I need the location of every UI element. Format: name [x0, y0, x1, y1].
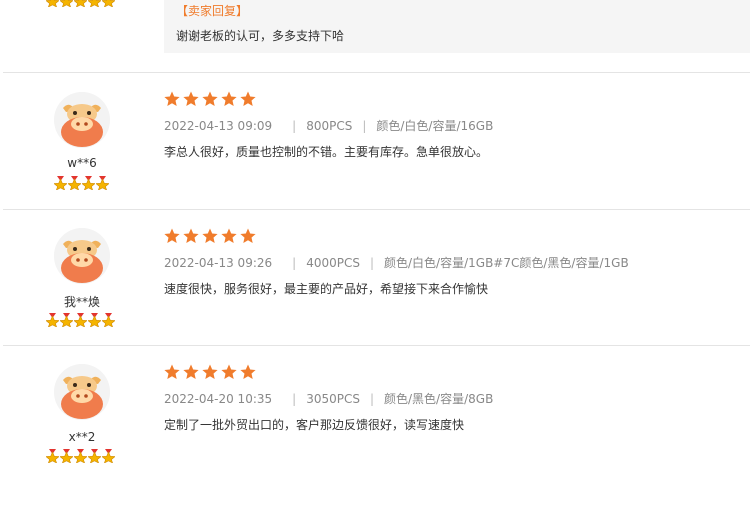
- star-rating: [164, 91, 256, 107]
- medal-icon: [102, 313, 115, 327]
- star-icon: [183, 228, 199, 244]
- review-date: 2022-04-20 10:35: [164, 392, 273, 406]
- medal-icon: [54, 176, 67, 190]
- reviewer-username: 我**焕: [63, 295, 100, 309]
- cow-avatar-icon: [54, 92, 110, 148]
- review-meta: 2022-04-20 10:35 | 3050PCS | 颜色/黑色/容量/8GB: [164, 390, 493, 407]
- star-icon: [240, 228, 256, 244]
- seller-reply-text: 谢谢老板的认可，多多支持下哈: [176, 29, 345, 43]
- separator: |: [292, 119, 297, 133]
- star-icon: [202, 364, 218, 380]
- review-meta: 2022-04-13 09:09 | 800PCS | 颜色/白色/容量/16GB: [164, 117, 493, 134]
- order-quantity: 800PCS: [306, 119, 353, 133]
- star-icon: [221, 91, 237, 107]
- review-divider: [3, 72, 750, 73]
- separator: |: [369, 392, 375, 406]
- medal-icon: [60, 449, 73, 463]
- review-divider: [3, 345, 750, 346]
- order-quantity: 4000PCS: [306, 256, 360, 270]
- star-icon: [202, 228, 218, 244]
- buyer-level-medals: [46, 449, 115, 463]
- medal-icon: [88, 449, 101, 463]
- buyer-level-medals: [46, 313, 115, 327]
- cow-avatar-icon: [54, 364, 110, 420]
- buyer-level-medals: [46, 0, 115, 7]
- star-icon: [240, 91, 256, 107]
- medal-icon: [46, 0, 59, 7]
- medal-icon: [74, 313, 87, 327]
- medal-icon: [68, 176, 81, 190]
- medal-icon: [46, 313, 59, 327]
- medal-icon: [46, 449, 59, 463]
- medal-icon: [102, 0, 115, 7]
- star-icon: [240, 364, 256, 380]
- medal-icon: [74, 449, 87, 463]
- reviewer-username: x**2: [68, 430, 96, 444]
- review-text: 李总人很好，质量也控制的不错。主要有库存。急单很放心。: [164, 145, 489, 159]
- star-icon: [183, 91, 199, 107]
- star-icon: [221, 364, 237, 380]
- medal-icon: [88, 313, 101, 327]
- review-text: 定制了一批外贸出口的，客户那边反馈很好，读写速度快: [164, 418, 465, 432]
- reviewer-username: w**6: [67, 156, 97, 170]
- order-quantity: 3050PCS: [306, 392, 360, 406]
- star-icon: [164, 228, 180, 244]
- medal-icon: [96, 176, 109, 190]
- review-date: 2022-04-13 09:26: [164, 256, 273, 270]
- medal-icon: [88, 0, 101, 7]
- star-icon: [164, 364, 180, 380]
- product-spec: 颜色/白色/容量/1GB#7C颜色/黑色/容量/1GB: [384, 256, 629, 270]
- medal-icon: [82, 176, 95, 190]
- review-date: 2022-04-13 09:09: [164, 119, 273, 133]
- star-icon: [221, 228, 237, 244]
- medal-icon: [60, 0, 73, 7]
- cow-avatar-icon: [54, 228, 110, 284]
- star-icon: [164, 91, 180, 107]
- star-rating: [164, 228, 256, 244]
- buyer-level-medals: [54, 176, 109, 190]
- separator: |: [292, 256, 297, 270]
- product-spec: 颜色/白色/容量/16GB: [376, 119, 494, 133]
- separator: |: [292, 392, 297, 406]
- review-divider: [3, 209, 750, 210]
- separator: |: [369, 256, 375, 270]
- medal-icon: [74, 0, 87, 7]
- seller-reply-title: 【卖家回复】: [176, 4, 249, 18]
- medal-icon: [102, 449, 115, 463]
- separator: |: [362, 119, 367, 133]
- star-icon: [183, 364, 199, 380]
- medal-icon: [60, 313, 73, 327]
- star-icon: [202, 91, 218, 107]
- review-meta: 2022-04-13 09:26 | 4000PCS | 颜色/白色/容量/1GB#7C…: [164, 254, 629, 271]
- product-spec: 颜色/黑色/容量/8GB: [384, 392, 494, 406]
- star-rating: [164, 364, 256, 380]
- review-text: 速度很快，服务很好，最主要的产品好，希望接下来合作愉快: [164, 282, 489, 296]
